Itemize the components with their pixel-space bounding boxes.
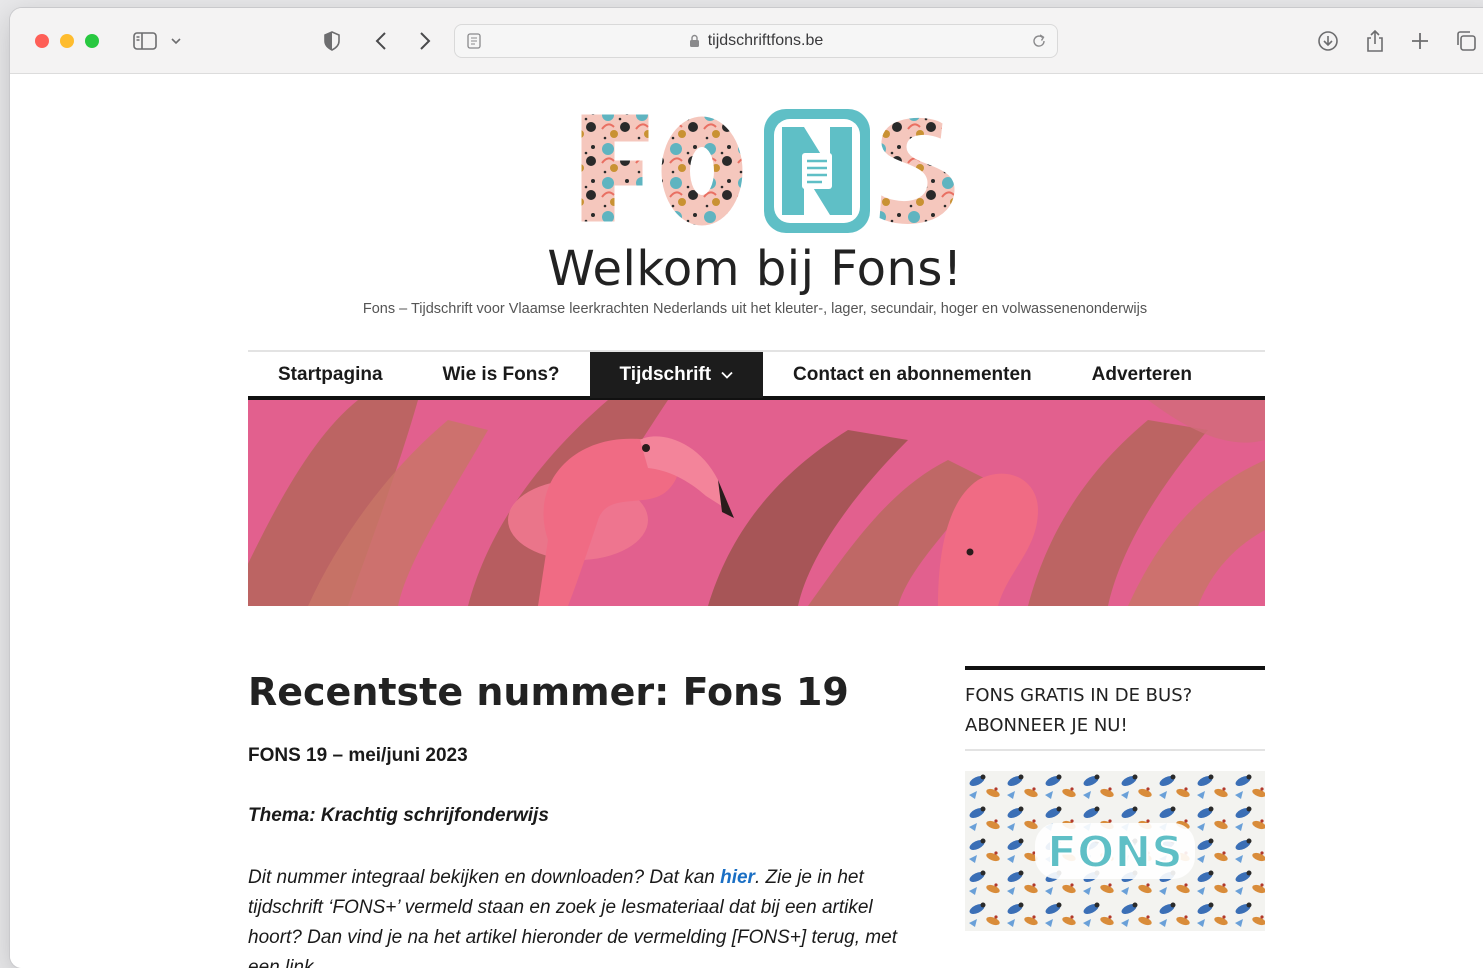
- minimize-window-button[interactable]: [60, 34, 74, 48]
- issue-theme: Thema: Krachtig schrijfonderwijs: [248, 805, 549, 826]
- close-window-button[interactable]: [35, 34, 49, 48]
- chevron-down-icon: [721, 371, 733, 379]
- nav-label: Adverteren: [1091, 364, 1192, 385]
- tab-overview-icon[interactable]: [1454, 28, 1478, 54]
- issue-heading: FONS 19 – mei/juni 2023: [248, 745, 468, 766]
- nav-label: Startpagina: [278, 364, 383, 385]
- url-text: tijdschriftfons.be: [707, 32, 824, 49]
- subscribe-widget-image[interactable]: FONS: [965, 771, 1265, 931]
- nav-label: Wie is Fons?: [442, 364, 560, 385]
- issue-download-link[interactable]: hier: [720, 867, 755, 888]
- browser-window: tijdschriftfons.be Welkom bij Fons! Fons…: [10, 8, 1483, 968]
- nav-label: Contact en abonnementen: [793, 364, 1032, 385]
- header-banner-image: [248, 400, 1265, 606]
- new-tab-plus-icon[interactable]: [1408, 28, 1432, 54]
- chevron-down-icon[interactable]: [168, 28, 184, 54]
- zoom-window-button[interactable]: [85, 34, 99, 48]
- widget-divider: [965, 666, 1265, 670]
- lock-icon: [689, 34, 700, 48]
- intro-paragraph: Dit nummer integraal bekijken en downloa…: [248, 863, 918, 968]
- address-bar[interactable]: tijdschriftfons.be: [454, 24, 1058, 58]
- back-arrow-icon[interactable]: [370, 28, 392, 54]
- nav-item-startpagina[interactable]: Startpagina: [248, 352, 413, 398]
- privacy-shield-icon[interactable]: [320, 28, 344, 54]
- nav-label: Tijdschrift: [619, 364, 712, 385]
- nav-item-tijdschrift[interactable]: Tijdschrift: [589, 352, 764, 398]
- browser-toolbar: tijdschriftfons.be: [10, 8, 1483, 74]
- fons-logo-image[interactable]: [566, 107, 958, 235]
- reload-icon[interactable]: [1031, 33, 1047, 49]
- widget-logo-text: FONS: [1047, 827, 1183, 878]
- page-reader-icon[interactable]: [467, 33, 481, 49]
- nav-item-wie-is-fons[interactable]: Wie is Fons?: [413, 352, 590, 398]
- sidebar-toggle-icon[interactable]: [131, 28, 159, 54]
- post-title: Recentste nummer: Fons 19: [248, 670, 849, 714]
- nav-item-contact[interactable]: Contact en abonnementen: [763, 352, 1062, 398]
- main-navigation: Startpagina Wie is Fons? Tijdschrift Con…: [248, 350, 1265, 400]
- site-title: Welkom bij Fons!: [547, 241, 963, 297]
- downloads-icon[interactable]: [1316, 28, 1340, 54]
- subscribe-widget-title: FONS GRATIS IN DE BUS? ABONNEER JE NU!: [965, 681, 1265, 751]
- paragraph-text: Dit nummer integraal bekijken en downloa…: [248, 867, 721, 888]
- forward-arrow-icon[interactable]: [414, 28, 436, 54]
- site-tagline: Fons – Tijdschrift voor Vlaamse leerkrac…: [362, 301, 1148, 317]
- web-page: Welkom bij Fons! Fons – Tijdschrift voor…: [10, 75, 1483, 968]
- share-icon[interactable]: [1363, 28, 1387, 54]
- nav-item-adverteren[interactable]: Adverteren: [1062, 352, 1222, 398]
